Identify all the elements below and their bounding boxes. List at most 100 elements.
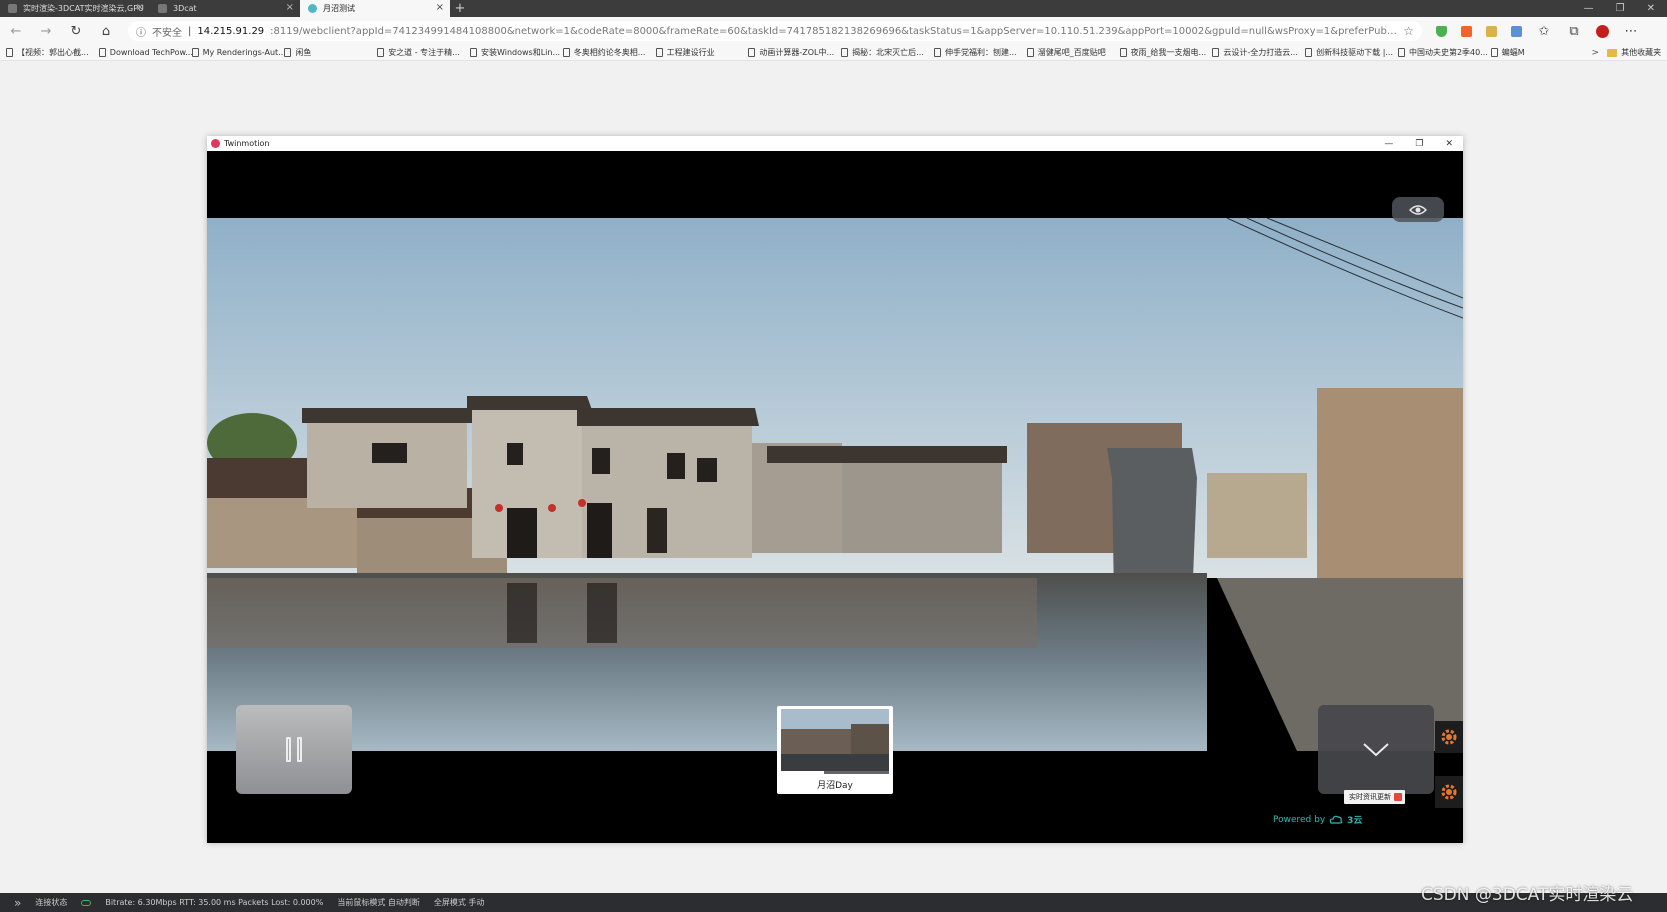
page-icon [1119, 48, 1127, 57]
scene-thumbnail-image [781, 709, 889, 771]
home-icon[interactable]: ⌂ [98, 24, 114, 39]
yellow-extension-icon[interactable] [1486, 25, 1497, 37]
folder-label: 其他收藏夹 [1621, 48, 1662, 57]
other-bookmarks-folder[interactable]: 其他收藏夹 [1607, 47, 1661, 58]
settings-button-secondary[interactable] [1435, 776, 1463, 808]
pause-button[interactable] [236, 705, 352, 794]
bookmark-label: 【视频：郭出心截... [17, 48, 89, 57]
page-icon [1397, 48, 1405, 57]
news-update-badge[interactable]: 实时资讯更新 [1344, 790, 1405, 804]
bookmark-item[interactable]: 中国动夫史第2季40... [1397, 47, 1491, 58]
url-host: 14.215.91.29 [197, 25, 265, 37]
eye-icon [1409, 204, 1427, 215]
render-viewport[interactable] [207, 218, 1463, 751]
insecure-label: 不安全 [152, 27, 182, 39]
browser-tab-bar: 实时渲染-3DCAT实时渲染云,GPU × 3Dcat × 月沼测试 × + —… [0, 0, 1667, 17]
powered-by-brand: 3云 [1347, 816, 1363, 826]
link-icon [81, 899, 92, 906]
page-icon [284, 48, 292, 57]
bookmark-item[interactable]: 工程建设行业 [655, 47, 749, 58]
bookmark-label: 工程建设行业 [666, 48, 715, 57]
bookmark-item[interactable]: 揭秘：北宋灭亡后... [841, 47, 934, 58]
browser-tab-3dcat-site[interactable]: 实时渲染-3DCAT实时渲染云,GPU × [0, 0, 150, 17]
pause-icon [286, 737, 291, 762]
browser-tab-3dcat[interactable]: 3Dcat × [150, 0, 300, 17]
url-divider: | [188, 25, 192, 37]
bookmark-item[interactable]: 伸手党福利：刨建... [933, 47, 1027, 58]
url-input[interactable]: ⓘ 不安全 | 14.215.91.29:8119/webclient?appI… [128, 21, 1422, 41]
bookmarks-overflow-button[interactable]: > [1584, 48, 1608, 58]
twinmotion-logo-icon [211, 139, 220, 148]
tab-close-icon[interactable]: × [286, 3, 294, 13]
connection-status: 连接状态 [35, 898, 68, 907]
bookmark-item[interactable]: 云设计-全力打造云... [1212, 47, 1305, 58]
bookmarks-bar: 【视频：郭出心截... Download TechPow... My Renderi… [0, 45, 1667, 61]
page-icon [1490, 48, 1498, 57]
mouse-mode[interactable]: 当前鼠标模式 自动判断 [337, 897, 420, 908]
favorites-icon[interactable]: ✩ [1536, 24, 1552, 39]
extension-icons: ✩ ⧉ ⋯ [1436, 24, 1639, 39]
settings-button[interactable] [1435, 721, 1463, 753]
shield-extension-icon[interactable] [1436, 25, 1447, 37]
restore-button[interactable]: ❐ [1415, 139, 1423, 149]
bookmark-item[interactable]: 冬奥相约论冬奥相... [562, 47, 656, 58]
bookmark-item[interactable]: 蝙蝠M [1490, 47, 1584, 58]
bookmark-item[interactable]: Download TechPow... [98, 48, 192, 57]
collapse-panel-button[interactable] [1318, 705, 1434, 794]
bookmark-label: 伸手党福利：刨建... [944, 48, 1017, 57]
tab-title: 月沼测试 [323, 4, 355, 13]
minimize-button[interactable]: — [1384, 139, 1393, 149]
page-icon [933, 48, 941, 57]
minimize-button[interactable]: — [1584, 3, 1594, 14]
back-icon[interactable]: ← [8, 24, 24, 39]
info-icon: ⓘ [136, 27, 146, 39]
tab-close-icon[interactable]: × [136, 3, 144, 13]
scene-progress-fill [781, 771, 825, 774]
bookmark-item[interactable]: 创新科技驱动下载 |... [1305, 47, 1398, 58]
page-icon [469, 48, 477, 57]
profile-avatar[interactable] [1596, 24, 1609, 38]
app-window-controls: — ❐ ✕ [1384, 139, 1463, 149]
browser-tab-active[interactable]: 月沼测试 × [300, 0, 450, 17]
bookmark-item[interactable]: 夜雨_给我一支烟电... [1119, 47, 1213, 58]
bookmark-item[interactable]: 安装Windows和Lin... [469, 47, 563, 58]
new-tab-button[interactable]: + [450, 0, 470, 17]
translate-extension-icon[interactable] [1511, 25, 1522, 37]
bookmark-item[interactable]: 闲鱼 [284, 47, 377, 58]
bookmark-label: 安装Windows和Lin... [480, 48, 561, 57]
view-toggle-button[interactable] [1392, 197, 1444, 222]
page-icon [1212, 48, 1220, 57]
bookmark-item[interactable]: 动画计算器-ZOL中... [748, 47, 841, 58]
tab-close-icon[interactable]: × [436, 3, 444, 13]
tab-title: 实时渲染-3DCAT实时渲染云,GPU [23, 4, 144, 13]
bookmark-item[interactable]: My Renderings-Aut... [191, 48, 284, 57]
close-window-button[interactable]: ✕ [1647, 3, 1655, 14]
bookmark-label: Download TechPow... [109, 48, 192, 57]
page-icon [841, 48, 849, 57]
bookmark-item[interactable]: 溜健尾吧_百度贴吧 [1026, 47, 1120, 58]
gear-icon [1441, 729, 1457, 745]
stream-stats: Bitrate: 6.30Mbps RTT: 35.00 ms Packets … [105, 898, 324, 907]
scene-thumbnail-card[interactable]: 月沼Day [777, 706, 893, 794]
bookmark-star-icon[interactable]: ☆ [1403, 24, 1414, 38]
browser-window-controls: — ❐ ✕ [1584, 0, 1667, 17]
folder-icon [1607, 48, 1618, 57]
page-icon [1026, 48, 1034, 57]
close-window-button[interactable]: ✕ [1445, 139, 1453, 149]
collections-icon[interactable]: ⧉ [1566, 24, 1582, 39]
orange-extension-icon[interactable] [1461, 25, 1472, 37]
watermark: CSDN @3DCAT实时渲染云 [1421, 885, 1634, 905]
reload-icon[interactable]: ↻ [68, 24, 84, 39]
more-menu-icon[interactable]: ⋯ [1623, 24, 1639, 39]
bookmark-label: 夜雨_给我一支烟电... [1130, 48, 1207, 57]
restore-button[interactable]: ❐ [1616, 3, 1625, 14]
expand-chevron-icon[interactable]: » [14, 896, 21, 910]
scene-thumbnail [781, 709, 889, 771]
fullscreen-mode[interactable]: 全屏模式 手动 [434, 897, 485, 908]
powered-by-label: Powered by [1273, 814, 1326, 825]
window-title: Twinmotion [224, 139, 270, 148]
bookmark-item[interactable]: 【视频：郭出心截... [6, 47, 99, 58]
forward-icon[interactable]: → [38, 24, 54, 39]
bookmark-label: 云设计-全力打造云... [1223, 48, 1298, 57]
bookmark-item[interactable]: 安之道 - 专注于精... [377, 47, 470, 58]
